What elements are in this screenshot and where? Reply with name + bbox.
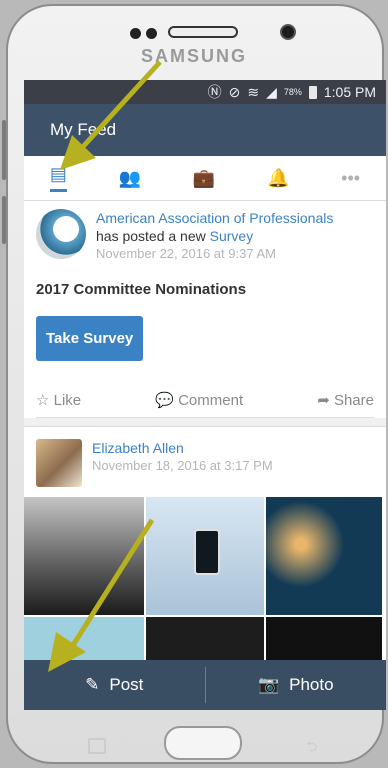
org-logo [36, 209, 86, 259]
side-button [2, 196, 6, 244]
speaker-grille [168, 26, 238, 38]
photo-thumbnail[interactable] [266, 617, 382, 665]
photo-thumbnail[interactable] [146, 617, 264, 665]
battery-icon [308, 85, 317, 99]
signal-icon: ◢ [266, 83, 277, 100]
feed-post: American Association of Professionals ha… [24, 201, 386, 418]
bell-icon[interactable]: 🔔 [267, 168, 289, 189]
app-bar: My Feed [24, 104, 386, 156]
like-button[interactable]: ☆ Like [36, 391, 81, 409]
recent-apps-icon[interactable] [88, 738, 106, 754]
post-timestamp: November 22, 2016 at 9:37 AM [96, 246, 276, 261]
edit-icon: ✎ [85, 675, 100, 694]
take-survey-button[interactable]: Take Survey [36, 316, 144, 361]
more-icon[interactable]: ••• [341, 168, 360, 189]
sensor-icon [130, 28, 141, 39]
divider [24, 418, 386, 427]
device-nav-bar: ⮌ [6, 714, 384, 760]
back-icon[interactable]: ⮌ [306, 736, 324, 754]
clock: 1:05 PM [323, 84, 376, 100]
photo-thumbnail[interactable] [266, 497, 382, 615]
share-label: Share [333, 392, 374, 409]
side-button [2, 120, 6, 180]
photo-thumbnail[interactable] [146, 497, 264, 615]
post-timestamp: November 18, 2016 at 3:17 PM [92, 458, 273, 473]
app-screen: Ⓝ ⊘ ≋ ◢ 78% 1:05 PM My Feed ▤ 👥 💼 🔔 ••• … [24, 80, 386, 710]
post-label: Post [109, 675, 144, 694]
like-label: Like [53, 392, 82, 409]
battery-percent: 78% [283, 87, 302, 97]
status-bar: Ⓝ ⊘ ≋ ◢ 78% 1:05 PM [24, 80, 386, 104]
camera-icon: 📷 [257, 675, 280, 694]
photo-button[interactable]: 📷 Photo [206, 675, 387, 695]
briefcase-icon[interactable]: 💼 [193, 168, 215, 189]
post-title: 2017 Committee Nominations [36, 281, 247, 298]
bottom-action-bar: ✎ Post 📷 Photo [24, 660, 386, 710]
device-brand: SAMSUNG [140, 46, 247, 66]
org-name-link[interactable]: American Association of Professionals [96, 209, 333, 227]
survey-link[interactable]: Survey [210, 228, 254, 244]
comment-button[interactable]: 💬 Comment [155, 391, 243, 409]
comment-label: Comment [178, 392, 244, 409]
feed-icon[interactable]: ▤ [49, 164, 67, 192]
photo-grid [24, 497, 386, 665]
photo-label: Photo [289, 675, 334, 694]
post-button[interactable]: ✎ Post [24, 675, 205, 695]
front-camera-icon [280, 24, 296, 40]
page-title: My Feed [50, 120, 117, 139]
avatar[interactable] [36, 439, 82, 487]
post-header: American Association of Professionals ha… [36, 209, 374, 263]
share-button[interactable]: ➦ Share [317, 391, 374, 409]
author-name-link[interactable]: Elizabeth Allen [92, 439, 273, 457]
post-actions: ☆ Like 💬 Comment ➦ Share [36, 391, 374, 418]
people-icon[interactable]: 👥 [119, 168, 141, 189]
wifi-icon: ≋ [247, 83, 260, 100]
nfc-icon: Ⓝ [207, 84, 222, 100]
post-action-text: has posted a new [96, 228, 206, 244]
home-button[interactable] [164, 726, 242, 760]
feed-post: Elizabeth Allen November 18, 2016 at 3:1… [24, 427, 386, 499]
sensor-icon [146, 28, 157, 39]
tab-bar: ▤ 👥 💼 🔔 ••• [24, 156, 386, 201]
mute-icon: ⊘ [228, 83, 241, 100]
photo-thumbnail[interactable] [24, 617, 144, 665]
photo-thumbnail[interactable] [24, 497, 144, 615]
